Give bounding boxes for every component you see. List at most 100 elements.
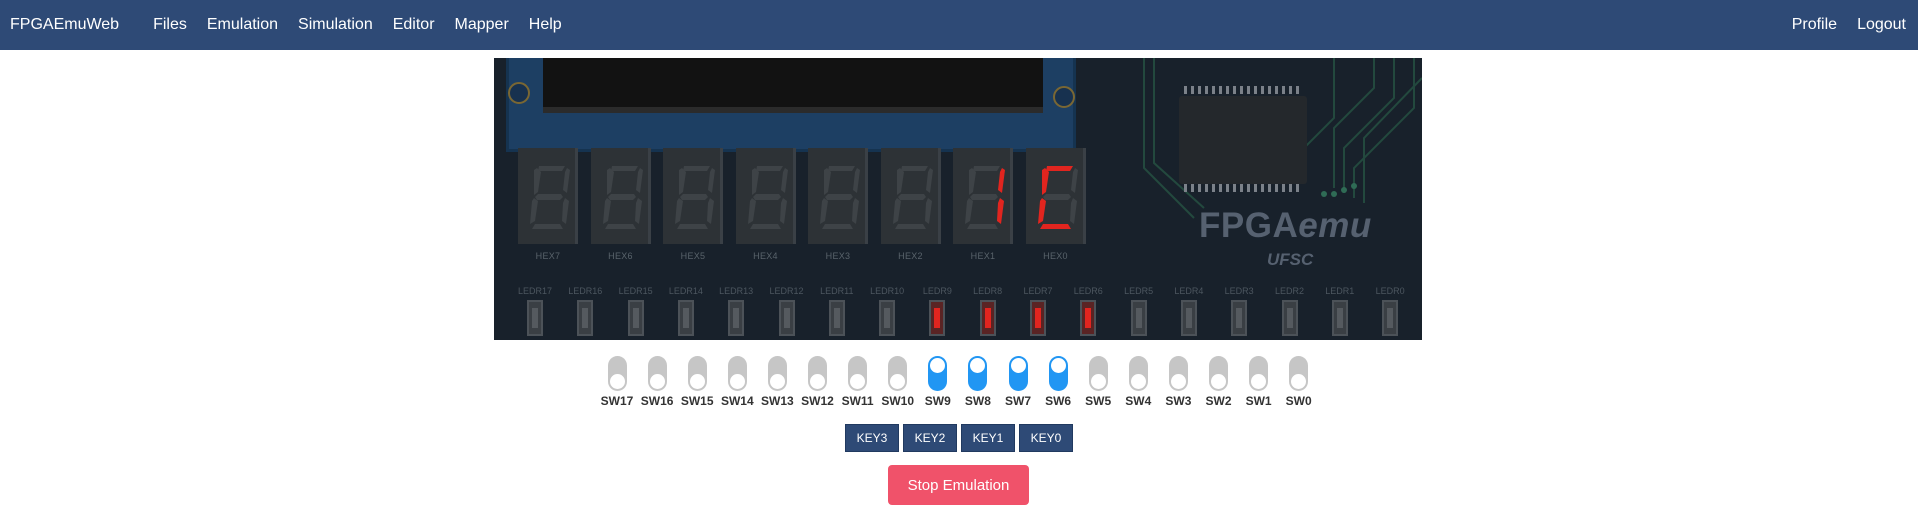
switch-sw9: SW9 <box>918 356 958 408</box>
switch-knob <box>890 374 906 389</box>
switch-toggle[interactable] <box>1168 356 1188 391</box>
led-ledr7: LEDR7 <box>1016 286 1060 336</box>
logo-fpga-text: FPGA <box>1199 206 1299 245</box>
led-light <box>984 308 991 328</box>
led-label: LEDR9 <box>922 286 952 296</box>
switch-toggle[interactable] <box>727 356 747 391</box>
segment-c <box>852 198 859 224</box>
hex-display-hex1: HEX1 <box>953 148 1013 263</box>
segment-c <box>562 198 569 224</box>
led-ledr8: LEDR8 <box>966 286 1010 336</box>
led-label: LEDR10 <box>870 286 905 296</box>
seven-segment-digit <box>808 148 868 244</box>
menu-simulation[interactable]: Simulation <box>288 0 383 50</box>
switch-label: SW13 <box>761 394 794 408</box>
switch-knob <box>1090 374 1106 389</box>
led-ledr5: LEDR5 <box>1117 286 1161 336</box>
led-light <box>1387 308 1394 328</box>
stop-emulation-button[interactable]: Stop Emulation <box>888 465 1029 505</box>
segment-f <box>606 168 614 195</box>
led-label: LEDR3 <box>1224 286 1254 296</box>
switch-toggle[interactable] <box>968 356 988 391</box>
menu-help[interactable]: Help <box>519 0 572 50</box>
hex-display-hex5: HEX5 <box>663 148 723 263</box>
switch-knob <box>1130 374 1146 389</box>
switch-knob <box>649 374 665 389</box>
led-indicator <box>828 300 845 336</box>
segment-e <box>747 198 756 224</box>
seven-segment-digit <box>518 148 578 244</box>
switch-toggle[interactable] <box>1088 356 1108 391</box>
led-label: LEDR8 <box>973 286 1003 296</box>
fpga-chip <box>1179 96 1307 184</box>
key0-button[interactable]: KEY0 <box>1019 424 1073 452</box>
switch-toggle[interactable] <box>1249 356 1269 391</box>
switch-knob <box>1251 374 1267 389</box>
hex-display-hex0: HEX0 <box>1025 148 1086 263</box>
led-ledr0: LEDR0 <box>1368 286 1412 336</box>
switch-toggle[interactable] <box>808 356 827 391</box>
hex-label: HEX2 <box>898 251 923 261</box>
switch-toggle[interactable] <box>687 356 707 391</box>
board-logo-subtitle: UFSC <box>1267 250 1314 269</box>
led-light <box>934 308 941 328</box>
led-label: LEDR6 <box>1073 286 1103 296</box>
led-label: LEDR5 <box>1124 286 1154 296</box>
led-indicator <box>577 300 594 336</box>
segment-f <box>534 168 541 195</box>
seven-segment-digit <box>953 148 1013 244</box>
logo-emu-text: emu <box>1298 206 1372 245</box>
led-indicator <box>778 300 795 336</box>
switch-toggle[interactable] <box>647 356 667 391</box>
segment-e <box>530 198 538 224</box>
led-light <box>733 308 740 328</box>
led-ledr17: LEDR17 <box>513 286 557 336</box>
segment-b <box>853 168 860 193</box>
menu-files[interactable]: Files <box>143 0 197 50</box>
hex-display-hex3: HEX3 <box>808 148 868 263</box>
segment-e <box>820 198 828 224</box>
profile-link[interactable]: Profile <box>1782 0 1847 50</box>
segment-f <box>969 168 976 195</box>
segment-b <box>1070 168 1078 193</box>
segment-d <box>604 224 636 229</box>
switch-toggle[interactable] <box>1008 356 1028 391</box>
switch-label: SW15 <box>680 394 714 408</box>
segment-c <box>707 198 714 224</box>
brand-link[interactable]: FPGAEmuWeb <box>0 0 133 50</box>
segment-b <box>708 168 715 193</box>
key2-button[interactable]: KEY2 <box>903 424 957 452</box>
hex-label: HEX7 <box>535 251 561 261</box>
switch-label: SW6 <box>1045 394 1072 408</box>
switch-label: SW5 <box>1085 394 1112 408</box>
switch-toggle[interactable] <box>848 356 868 391</box>
switch-toggle[interactable] <box>888 356 908 391</box>
menu-editor[interactable]: Editor <box>383 0 445 50</box>
switch-toggle[interactable] <box>1048 356 1068 391</box>
switch-toggle[interactable] <box>1209 356 1228 391</box>
switch-toggle[interactable] <box>928 356 948 391</box>
seven-segment-digit <box>590 148 651 244</box>
switch-sw11: SW11 <box>838 356 878 408</box>
switch-toggle[interactable] <box>1128 356 1148 391</box>
switch-label: SW16 <box>640 394 674 408</box>
led-label: LEDR2 <box>1274 286 1304 296</box>
segment-f <box>751 168 759 195</box>
led-indicator <box>527 300 543 336</box>
segment-g <box>1042 194 1071 200</box>
led-indicator <box>728 300 745 336</box>
led-label: LEDR4 <box>1174 286 1204 296</box>
segment-e <box>965 198 973 224</box>
key3-button[interactable]: KEY3 <box>845 424 899 452</box>
led-indicator <box>677 300 694 336</box>
segment-e <box>1037 198 1046 224</box>
segment-g <box>825 194 853 200</box>
switch-toggle[interactable] <box>607 356 627 391</box>
switch-toggle[interactable] <box>767 356 787 391</box>
switch-toggle[interactable] <box>1289 356 1309 391</box>
key1-button[interactable]: KEY1 <box>961 424 1015 452</box>
menu-mapper[interactable]: Mapper <box>445 0 519 50</box>
menu-emulation[interactable]: Emulation <box>197 0 288 50</box>
logout-link[interactable]: Logout <box>1847 0 1918 50</box>
switch-sw3: SW3 <box>1158 356 1198 408</box>
